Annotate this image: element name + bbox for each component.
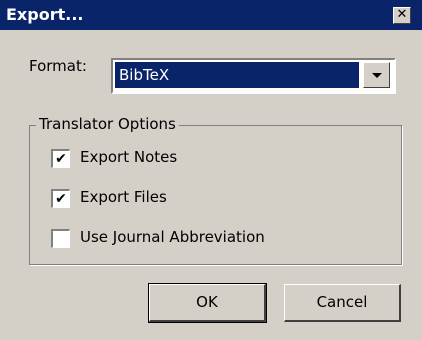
window-title: Export... <box>6 5 84 24</box>
format-dropdown-button[interactable] <box>363 62 390 88</box>
format-label: Format: <box>29 57 87 75</box>
use-journal-abbreviation-checkbox[interactable] <box>51 229 70 248</box>
title-bar[interactable]: Export... ✕ <box>0 0 422 30</box>
format-select[interactable]: BibTeX <box>111 58 396 94</box>
ok-button[interactable]: OK <box>148 283 267 323</box>
close-button[interactable]: ✕ <box>393 7 411 24</box>
checkmark-icon: ✔ <box>55 191 67 207</box>
cancel-button[interactable]: Cancel <box>284 284 401 322</box>
export-files-label[interactable]: Export Files <box>80 188 167 206</box>
export-notes-label[interactable]: Export Notes <box>80 148 177 166</box>
format-selected-text: BibTeX <box>119 66 170 84</box>
checkmark-icon: ✔ <box>55 151 67 167</box>
close-icon: ✕ <box>396 7 408 22</box>
translator-options-legend: Translator Options <box>36 115 179 133</box>
format-selected-value[interactable]: BibTeX <box>115 62 359 88</box>
use-journal-abbreviation-label[interactable]: Use Journal Abbreviation <box>80 228 265 246</box>
export-files-checkbox[interactable]: ✔ <box>51 189 70 208</box>
export-notes-checkbox[interactable]: ✔ <box>51 149 70 168</box>
chevron-down-icon <box>372 73 382 78</box>
